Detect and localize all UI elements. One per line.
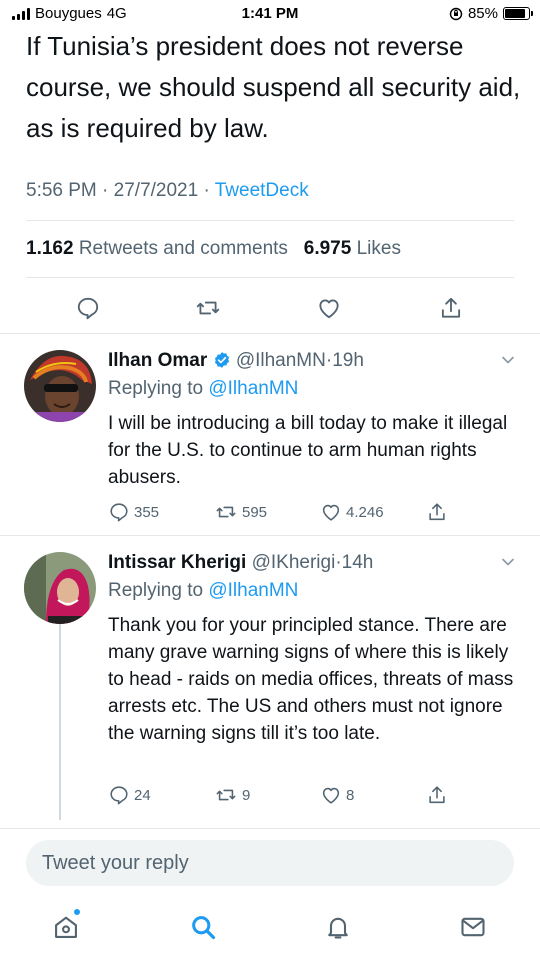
- retweet-count: 595: [242, 503, 268, 521]
- replying-prefix: Replying to: [108, 580, 204, 601]
- reply-share-button[interactable]: [426, 499, 448, 525]
- reply-actions: 24 9 8: [108, 782, 528, 808]
- bottom-nav: [0, 905, 540, 955]
- orientation-lock-icon: [449, 7, 463, 20]
- replying-mention-link[interactable]: @IlhanMN: [208, 580, 298, 601]
- reply-button[interactable]: [72, 292, 104, 324]
- comment-count: 355: [134, 503, 160, 521]
- nav-messages[interactable]: [457, 911, 489, 943]
- status-right: 85%: [449, 5, 533, 22]
- reply-share-button[interactable]: [426, 782, 448, 808]
- home-icon: [55, 916, 77, 938]
- like-count: 4.246: [346, 503, 384, 521]
- replying-to: Replying to @IlhanMN: [108, 580, 298, 602]
- share-icon: [441, 297, 461, 318]
- share-icon: [429, 786, 445, 804]
- retweet-icon: [216, 506, 236, 518]
- battery-percent: 85%: [467, 5, 498, 22]
- nav-home[interactable]: [50, 909, 82, 943]
- likes-label: Likes: [356, 238, 401, 259]
- tweet-stats: 1.162 Retweets and comments 6.975 Likes: [26, 238, 401, 260]
- chevron-down-icon[interactable]: [500, 352, 516, 368]
- reply-comment-button[interactable]: 355: [108, 499, 159, 525]
- heart-icon: [322, 787, 340, 804]
- retweet-count: 9: [242, 786, 251, 804]
- share-button[interactable]: [435, 292, 467, 324]
- reply-retweet-button[interactable]: 9: [214, 782, 250, 808]
- heart-icon: [322, 504, 340, 521]
- thread-line: [59, 624, 61, 820]
- comment-icon: [110, 786, 128, 805]
- retweets-count: 1.162: [26, 238, 74, 259]
- reply-text: I will be introducing a bill today to ma…: [108, 413, 508, 488]
- nav-search[interactable]: [187, 911, 219, 943]
- like-count: 8: [346, 786, 355, 804]
- comment-icon: [110, 503, 128, 522]
- reply-actions: 355 595 4.246: [108, 499, 528, 525]
- likes-count: 6.975: [303, 238, 352, 259]
- divider: [26, 277, 514, 278]
- author-name[interactable]: Ilhan Omar: [108, 350, 207, 371]
- tweet-date: 27/7/2021: [113, 180, 199, 201]
- comment-count: 24: [134, 786, 151, 804]
- reply-time: 14h: [341, 552, 374, 573]
- new-tweets-dot: [74, 909, 80, 915]
- notifications-icon: [328, 917, 348, 939]
- replying-prefix: Replying to: [108, 378, 204, 399]
- reply-text: Thank you for your principled stance. Th…: [108, 615, 514, 744]
- messages-icon: [461, 917, 485, 937]
- divider: [0, 333, 540, 334]
- tweet-source-link[interactable]: TweetDeck: [215, 180, 309, 201]
- retweets-stat[interactable]: 1.162 Retweets and comments: [26, 238, 288, 259]
- tweet-time: 5:56 PM: [26, 180, 97, 201]
- tweet-actions: [0, 292, 540, 324]
- replying-to: Replying to @IlhanMN: [108, 378, 298, 400]
- chevron-down-icon[interactable]: [500, 554, 516, 570]
- avatar[interactable]: [24, 350, 96, 422]
- avatar[interactable]: [24, 552, 96, 624]
- verified-badge-icon: [214, 352, 229, 368]
- avatar-image: [24, 552, 96, 624]
- share-icon: [429, 503, 445, 521]
- author-handle[interactable]: @IlhanMN: [236, 350, 326, 371]
- retweet-icon: [196, 301, 220, 315]
- divider: [0, 828, 540, 829]
- meta-separator: ·: [203, 180, 210, 201]
- author-name[interactable]: Intissar Kherigi: [108, 552, 246, 573]
- search-icon: [192, 916, 216, 940]
- reply-input[interactable]: Tweet your reply: [26, 840, 514, 886]
- author-handle[interactable]: @IKherigi: [252, 552, 336, 573]
- reply-input-placeholder: Tweet your reply: [42, 851, 189, 874]
- retweet-button[interactable]: [192, 292, 224, 324]
- comment-icon: [77, 297, 99, 320]
- avatar-image: [24, 350, 96, 422]
- main-tweet-text: If Tunisia’s president does not reverse …: [26, 31, 521, 143]
- reply-header: Ilhan Omar @IlhanMN·19h: [108, 350, 364, 372]
- meta-separator: ·: [102, 180, 109, 201]
- nav-notifications[interactable]: [322, 911, 354, 943]
- reply-retweet-button[interactable]: 595: [214, 499, 267, 525]
- like-button[interactable]: [313, 292, 345, 324]
- divider: [26, 220, 514, 221]
- retweet-icon: [216, 789, 236, 801]
- divider: [0, 535, 540, 536]
- reply-time: 19h: [332, 350, 364, 371]
- battery-icon: [503, 7, 533, 20]
- reply-comment-button[interactable]: 24: [108, 782, 151, 808]
- tweet-meta: 5:56 PM · 27/7/2021 · TweetDeck: [26, 180, 309, 202]
- reply-header: Intissar Kherigi @IKherigi·14h: [108, 552, 373, 574]
- heart-icon: [319, 299, 339, 319]
- retweets-label: Retweets and comments: [78, 238, 288, 259]
- reply-like-button[interactable]: 4.246: [320, 499, 384, 525]
- likes-stat[interactable]: 6.975 Likes: [304, 238, 401, 259]
- reply-like-button[interactable]: 8: [320, 782, 354, 808]
- replying-mention-link[interactable]: @IlhanMN: [208, 378, 298, 399]
